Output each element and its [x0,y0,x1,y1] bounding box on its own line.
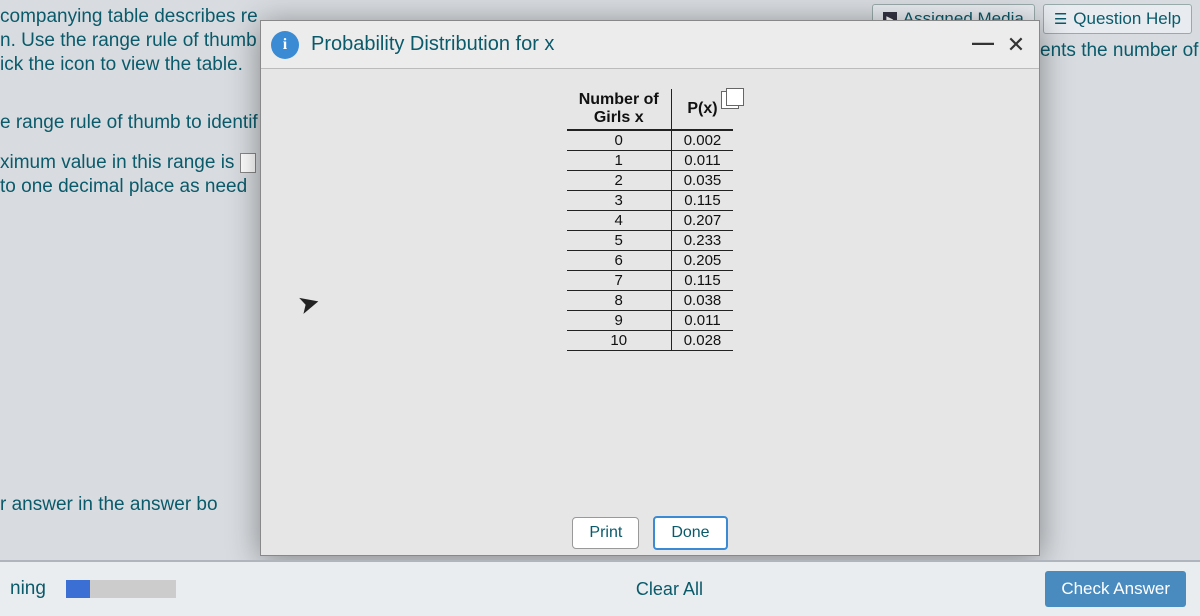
cell-px: 0.233 [671,231,733,251]
table-row: 80.038 [567,291,734,311]
question-text-line: to one decimal place as need [0,176,247,198]
progress-bar [66,580,176,598]
table-row: 00.002 [567,130,734,151]
cell-px: 0.011 [671,151,733,171]
done-button[interactable]: Done [653,516,727,550]
cell-x: 8 [567,291,672,311]
progress-fill [66,580,90,598]
cell-x: 6 [567,251,672,271]
table-row: 50.233 [567,231,734,251]
modal-body: Number ofGirls x P(x) 00.00210.01120.035… [261,69,1039,509]
table-row: 30.115 [567,191,734,211]
cell-px: 0.115 [671,191,733,211]
table-row: 100.028 [567,331,734,351]
info-icon: i [271,31,299,59]
cell-px: 0.011 [671,311,733,331]
cell-x: 7 [567,271,672,291]
question-text-line: ick the icon to view the table. [0,54,243,76]
cell-x: 9 [567,311,672,331]
modal-title: Probability Distribution for x [311,33,969,56]
cell-px: 0.115 [671,271,733,291]
table-row: 10.011 [567,151,734,171]
check-answer-button[interactable]: Check Answer [1045,571,1186,607]
cell-x: 3 [567,191,672,211]
modal-footer: Print Done [261,509,1039,557]
cell-px: 0.002 [671,130,733,151]
minimize-button[interactable]: — [969,34,997,56]
clear-all-button[interactable]: Clear All [636,579,703,600]
cell-px: 0.205 [671,251,733,271]
question-text-right: ents the number of girls among [1040,40,1200,62]
table-row: 90.011 [567,311,734,331]
list-icon [1054,9,1067,29]
table-row: 70.115 [567,271,734,291]
table-row: 60.205 [567,251,734,271]
cell-px: 0.207 [671,211,733,231]
question-text-line: companying table describes re [0,6,258,28]
remaining-label: ning [10,578,46,600]
cell-x: 1 [567,151,672,171]
modal-header: i Probability Distribution for x — ✕ [261,21,1039,69]
question-help-label: Question Help [1073,9,1181,29]
cell-x: 5 [567,231,672,251]
question-text-line: e range rule of thumb to identif [0,112,258,134]
question-text-line: r answer in the answer bo [0,494,218,516]
print-button[interactable]: Print [572,517,639,549]
bottom-bar: ning Clear All Check Answer [0,560,1200,616]
table-row: 20.035 [567,171,734,191]
col-header-x: Number ofGirls x [567,89,672,130]
table-row: 40.207 [567,211,734,231]
question-text-line: n. Use the range rule of thumb [0,30,257,52]
question-text-line: ximum value in this range is [0,152,256,174]
probability-table: Number ofGirls x P(x) 00.00210.01120.035… [567,89,734,351]
cell-px: 0.038 [671,291,733,311]
cell-px: 0.028 [671,331,733,351]
cell-x: 10 [567,331,672,351]
cell-x: 4 [567,211,672,231]
cell-x: 2 [567,171,672,191]
answer-input[interactable] [240,153,256,173]
cell-px: 0.035 [671,171,733,191]
probability-modal: i Probability Distribution for x — ✕ Num… [260,20,1040,556]
close-button[interactable]: ✕ [1003,32,1029,58]
copy-icon[interactable] [721,91,739,109]
question-help-button[interactable]: Question Help [1043,4,1192,34]
cell-x: 0 [567,130,672,151]
